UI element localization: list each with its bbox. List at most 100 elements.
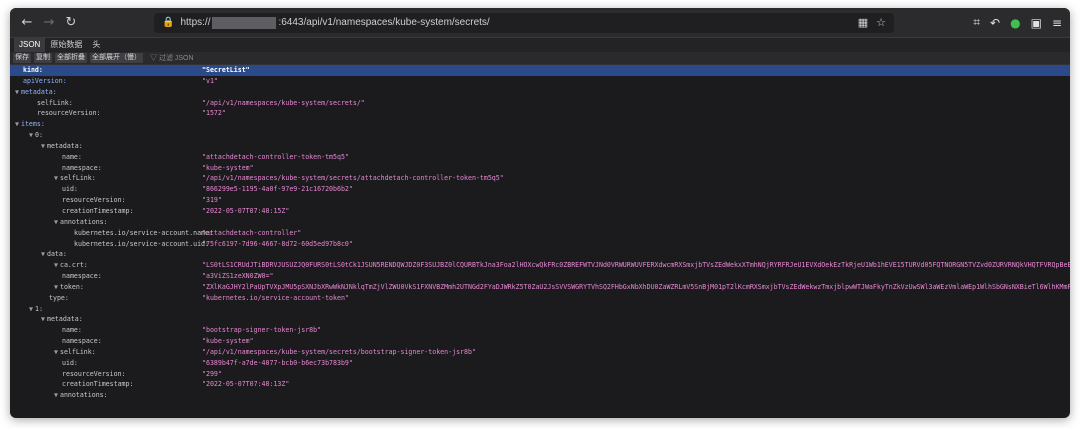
json-key-label: kind:	[23, 66, 43, 74]
json-row[interactable]: uid: "6389b47f-a7de-4077-bcb0-b6ec73b783b…	[10, 358, 1070, 369]
json-value: "bootstrap-signer-token-jsr8b"	[202, 326, 322, 335]
reload-icon[interactable]: ↻	[62, 14, 80, 32]
json-row[interactable]: name: "attachdetach-controller-token-tm5q…	[10, 152, 1070, 163]
json-key-label: kubernetes.io/service-account.name:	[74, 228, 213, 237]
json-key-label: items:	[20, 120, 45, 129]
json-key-label: token:	[59, 282, 84, 291]
json-row[interactable]: kind: "SecretList"	[10, 65, 1070, 76]
filter-json-input[interactable]: ▽ 过滤 JSON	[150, 53, 194, 63]
json-value: "LS0tLS1CRUdJTiBDRVJUSUZJQ0FURS0tLS0tCk1…	[202, 261, 1070, 270]
json-key: kubernetes.io/service-account.name:	[74, 228, 213, 239]
save-button[interactable]: 保存	[13, 53, 31, 63]
json-row[interactable]: ▼ data:	[10, 249, 1070, 260]
collapse-all-button[interactable]: 全部折叠	[55, 53, 87, 63]
expand-all-button[interactable]: 全部展开（慢）	[90, 53, 143, 63]
extension-undo-icon[interactable]: ↶	[990, 16, 1000, 30]
expand-toggle-icon[interactable]: ▼	[54, 218, 58, 226]
copy-button[interactable]: 复制	[34, 53, 52, 63]
json-row[interactable]: name: "bootstrap-signer-token-jsr8b"	[10, 325, 1070, 336]
json-row[interactable]: kubernetes.io/service-account.name: "atta…	[10, 228, 1070, 239]
json-value: "/api/v1/namespaces/kube-system/secrets/…	[202, 347, 476, 356]
tab-json[interactable]: JSON	[14, 38, 46, 52]
json-row[interactable]: resourceVersion: "319"	[10, 195, 1070, 206]
json-key: namespace:	[62, 336, 102, 347]
json-key-label: namespace:	[62, 163, 102, 172]
json-row[interactable]: kubernetes.io/service-account.uid: "75fc6…	[10, 239, 1070, 250]
json-value: "866299e5-1195-4a0f-97e9-21c16720b6b2"	[202, 185, 353, 194]
json-key-label: selfLink:	[37, 98, 73, 107]
json-value: "v1"	[202, 76, 218, 85]
json-key: ▼ data:	[41, 249, 67, 260]
json-key: name:	[62, 152, 82, 163]
forward-icon[interactable]: →	[40, 14, 58, 32]
json-value: "2022-05-07T07:48:15Z"	[202, 206, 290, 215]
json-row[interactable]: apiVersion: "v1"	[10, 76, 1070, 87]
expand-toggle-icon[interactable]: ▼	[15, 88, 19, 96]
json-actions-bar: 保存 复制 全部折叠 全部展开（慢） ▽ 过滤 JSON	[10, 52, 1070, 65]
expand-toggle-icon[interactable]: ▼	[54, 348, 58, 356]
json-row[interactable]: ▼ selfLink: "/api/v1/namespaces/kube-syste…	[10, 347, 1070, 358]
json-row[interactable]: ▼ metadata:	[10, 141, 1070, 152]
json-row[interactable]: ▼ annotations:	[10, 217, 1070, 228]
json-row[interactable]: creationTimestamp: "2022-05-07T07:48:15Z"	[10, 206, 1070, 217]
qr-code-icon[interactable]: ▦	[858, 16, 868, 29]
json-row[interactable]: type: "kubernetes.io/service-account-toke…	[10, 293, 1070, 304]
json-row[interactable]: namespace: "kube-system"	[10, 163, 1070, 174]
json-key: resourceVersion:	[37, 108, 101, 119]
json-key: ▼ items:	[15, 119, 45, 130]
json-key: creationTimestamp:	[62, 206, 133, 217]
expand-toggle-icon[interactable]: ▼	[41, 142, 45, 150]
json-value: "ZXlKaGJHY2lPaUpTVXpJMU5pSXNJbXRwWkNJNkl…	[202, 282, 1070, 291]
json-row[interactable]: ▼ annotations:	[10, 390, 1070, 401]
menu-icon[interactable]: ≡	[1052, 16, 1062, 30]
browser-window: ← → ↻ 🔒 https:// :6443/api/v1/namespaces…	[10, 8, 1070, 418]
extension-save-icon[interactable]: ▣	[1031, 16, 1042, 30]
json-row[interactable]: ▼ 0:	[10, 130, 1070, 141]
tab-raw-data[interactable]: 原始数据	[45, 38, 87, 52]
bookmark-star-icon[interactable]: ☆	[876, 16, 886, 29]
json-key-label: 0:	[34, 131, 43, 140]
json-value: "6389b47f-a7de-4077-bcb0-b6ec73b783b9"	[202, 358, 353, 367]
json-row[interactable]: ▼ metadata:	[10, 314, 1070, 325]
json-key-label: metadata:	[20, 87, 57, 96]
json-row[interactable]: resourceVersion: "299"	[10, 369, 1070, 380]
expand-toggle-icon[interactable]: ▼	[41, 250, 45, 258]
address-bar[interactable]: 🔒 https:// :6443/api/v1/namespaces/kube-…	[154, 12, 894, 33]
json-row[interactable]: selfLink: "/api/v1/namespaces/kube-system…	[10, 98, 1070, 109]
json-row[interactable]: ▼ selfLink: "/api/v1/namespaces/kube-syste…	[10, 173, 1070, 184]
json-row[interactable]: resourceVersion: "1572"	[10, 108, 1070, 119]
expand-toggle-icon[interactable]: ▼	[54, 261, 58, 269]
redacted-host	[212, 16, 277, 29]
json-value: "kubernetes.io/service-account-token"	[202, 293, 349, 302]
json-value: "attachdetach-controller-token-tm5q5"	[202, 152, 349, 161]
json-row[interactable]: ▼ ca.crt: "LS0tLS1CRUdJTiBDRVJUSUZJQ0FURS0…	[10, 260, 1070, 271]
json-row[interactable]: namespace: "a3ViZS1zeXN0ZW0="	[10, 271, 1070, 282]
expand-toggle-icon[interactable]: ▼	[54, 391, 58, 399]
expand-toggle-icon[interactable]: ▼	[41, 315, 45, 323]
back-icon[interactable]: ←	[18, 14, 36, 32]
json-viewer-tabs: JSON 原始数据 头	[10, 38, 1070, 52]
json-row[interactable]: namespace: "kube-system"	[10, 336, 1070, 347]
expand-toggle-icon[interactable]: ▼	[54, 283, 58, 291]
json-key-label: name:	[62, 326, 82, 335]
json-key-label: selfLink:	[59, 347, 96, 356]
json-row[interactable]: ▼ items:	[10, 119, 1070, 130]
expand-toggle-icon[interactable]: ▼	[29, 305, 33, 313]
json-value: "2022-05-07T07:48:13Z"	[202, 380, 290, 389]
json-row[interactable]: ▼ 1:	[10, 304, 1070, 315]
json-row[interactable]: ▼ token: "ZXlKaGJHY2lPaUpTVXpJMU5pSXNJbXRw…	[10, 282, 1070, 293]
expand-toggle-icon[interactable]: ▼	[54, 174, 58, 182]
json-row[interactable]: uid: "866299e5-1195-4a0f-97e9-21c16720b6b…	[10, 184, 1070, 195]
browser-toolbar: ← → ↻ 🔒 https:// :6443/api/v1/namespaces…	[10, 8, 1070, 38]
tab-headers[interactable]: 头	[87, 38, 105, 52]
json-row[interactable]: creationTimestamp: "2022-05-07T07:48:13Z"	[10, 379, 1070, 390]
json-key-label: apiVersion:	[23, 76, 67, 85]
extension-circle-icon[interactable]: ●	[1010, 16, 1020, 30]
json-row[interactable]: ▼ metadata:	[10, 87, 1070, 98]
extension-crop-icon[interactable]: ⌗	[973, 15, 980, 30]
json-value: "1572"	[202, 109, 226, 118]
json-key: resourceVersion:	[62, 195, 126, 206]
json-key-label: annotations:	[59, 217, 108, 226]
expand-toggle-icon[interactable]: ▼	[29, 131, 33, 139]
expand-toggle-icon[interactable]: ▼	[15, 120, 19, 128]
